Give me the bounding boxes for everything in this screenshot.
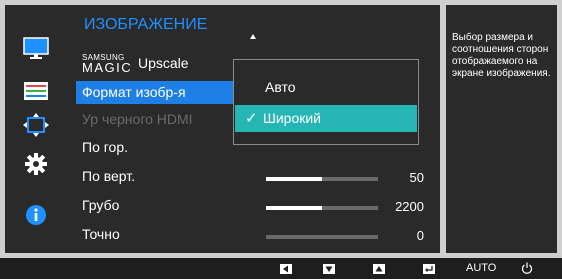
down-arrow-button[interactable]: [323, 264, 335, 274]
slider-fill: [266, 206, 322, 210]
info-icon[interactable]: [23, 202, 49, 228]
size-position-icon[interactable]: [23, 112, 49, 138]
option-wide[interactable]: ✓ Широкий: [235, 105, 417, 132]
upscale-label: Upscale: [138, 55, 189, 71]
left-arrow-icon: [283, 265, 288, 273]
menu-item-label: Точно: [82, 226, 120, 242]
option-auto[interactable]: Авто: [235, 74, 417, 101]
fine-value: 0: [416, 228, 424, 243]
menu-item-h-position[interactable]: По гор.: [76, 136, 236, 159]
menu-item-fine[interactable]: Точно: [76, 223, 236, 246]
fine-slider[interactable]: [266, 235, 378, 239]
slider-fill: [266, 177, 322, 181]
option-label: Авто: [265, 79, 296, 95]
check-icon: ✓: [245, 110, 258, 127]
menu-title: ИЗОБРАЖЕНИЕ: [84, 16, 208, 33]
left-arrow-button[interactable]: [280, 264, 292, 274]
help-panel: Выбор размера и соотношения сторон отобр…: [446, 5, 557, 253]
menu-item-label: Грубо: [82, 197, 120, 213]
menu-item-label: По гор.: [82, 139, 128, 155]
up-arrow-icon: [375, 266, 383, 272]
enter-button[interactable]: [423, 264, 435, 274]
enter-icon: [425, 266, 433, 273]
menu-item-coarse[interactable]: Грубо: [76, 194, 236, 217]
help-text: Выбор размера и соотношения сторон отобр…: [452, 32, 551, 79]
button-guide-bar: AUTO: [0, 258, 562, 279]
sidebar: [5, 5, 66, 253]
menu-item-label: Ур черного HDMI: [82, 111, 193, 127]
coarse-slider[interactable]: [266, 206, 378, 210]
color-settings-icon[interactable]: [23, 78, 49, 104]
monitor-icon[interactable]: [23, 36, 49, 62]
magic-label: MAGIC: [82, 60, 133, 75]
menu-item-label: По верт.: [82, 168, 136, 184]
power-icon[interactable]: [521, 262, 533, 274]
coarse-value: 2200: [395, 199, 424, 214]
up-arrow-button[interactable]: [373, 264, 385, 274]
gear-icon[interactable]: [23, 151, 49, 177]
image-size-dropdown: Авто ✓ Широкий: [233, 59, 419, 145]
down-arrow-icon: [325, 266, 333, 272]
osd-window: ИЗОБРАЖЕНИЕ SAMSUNG MAGIC Upscale Формат…: [0, 0, 562, 258]
auto-button[interactable]: AUTO: [466, 262, 496, 274]
option-label: Широкий: [263, 110, 321, 126]
menu-item-image-size[interactable]: Формат изобр-я: [76, 81, 236, 104]
scroll-up-icon: [250, 34, 256, 39]
v-position-value: 50: [409, 170, 424, 185]
menu-item-v-position[interactable]: По верт.: [76, 165, 236, 188]
menu-item-hdmi-black-level: Ур черного HDMI: [76, 108, 236, 131]
menu-item-label: Формат изобр-я: [82, 84, 186, 100]
v-position-slider[interactable]: [266, 177, 378, 181]
